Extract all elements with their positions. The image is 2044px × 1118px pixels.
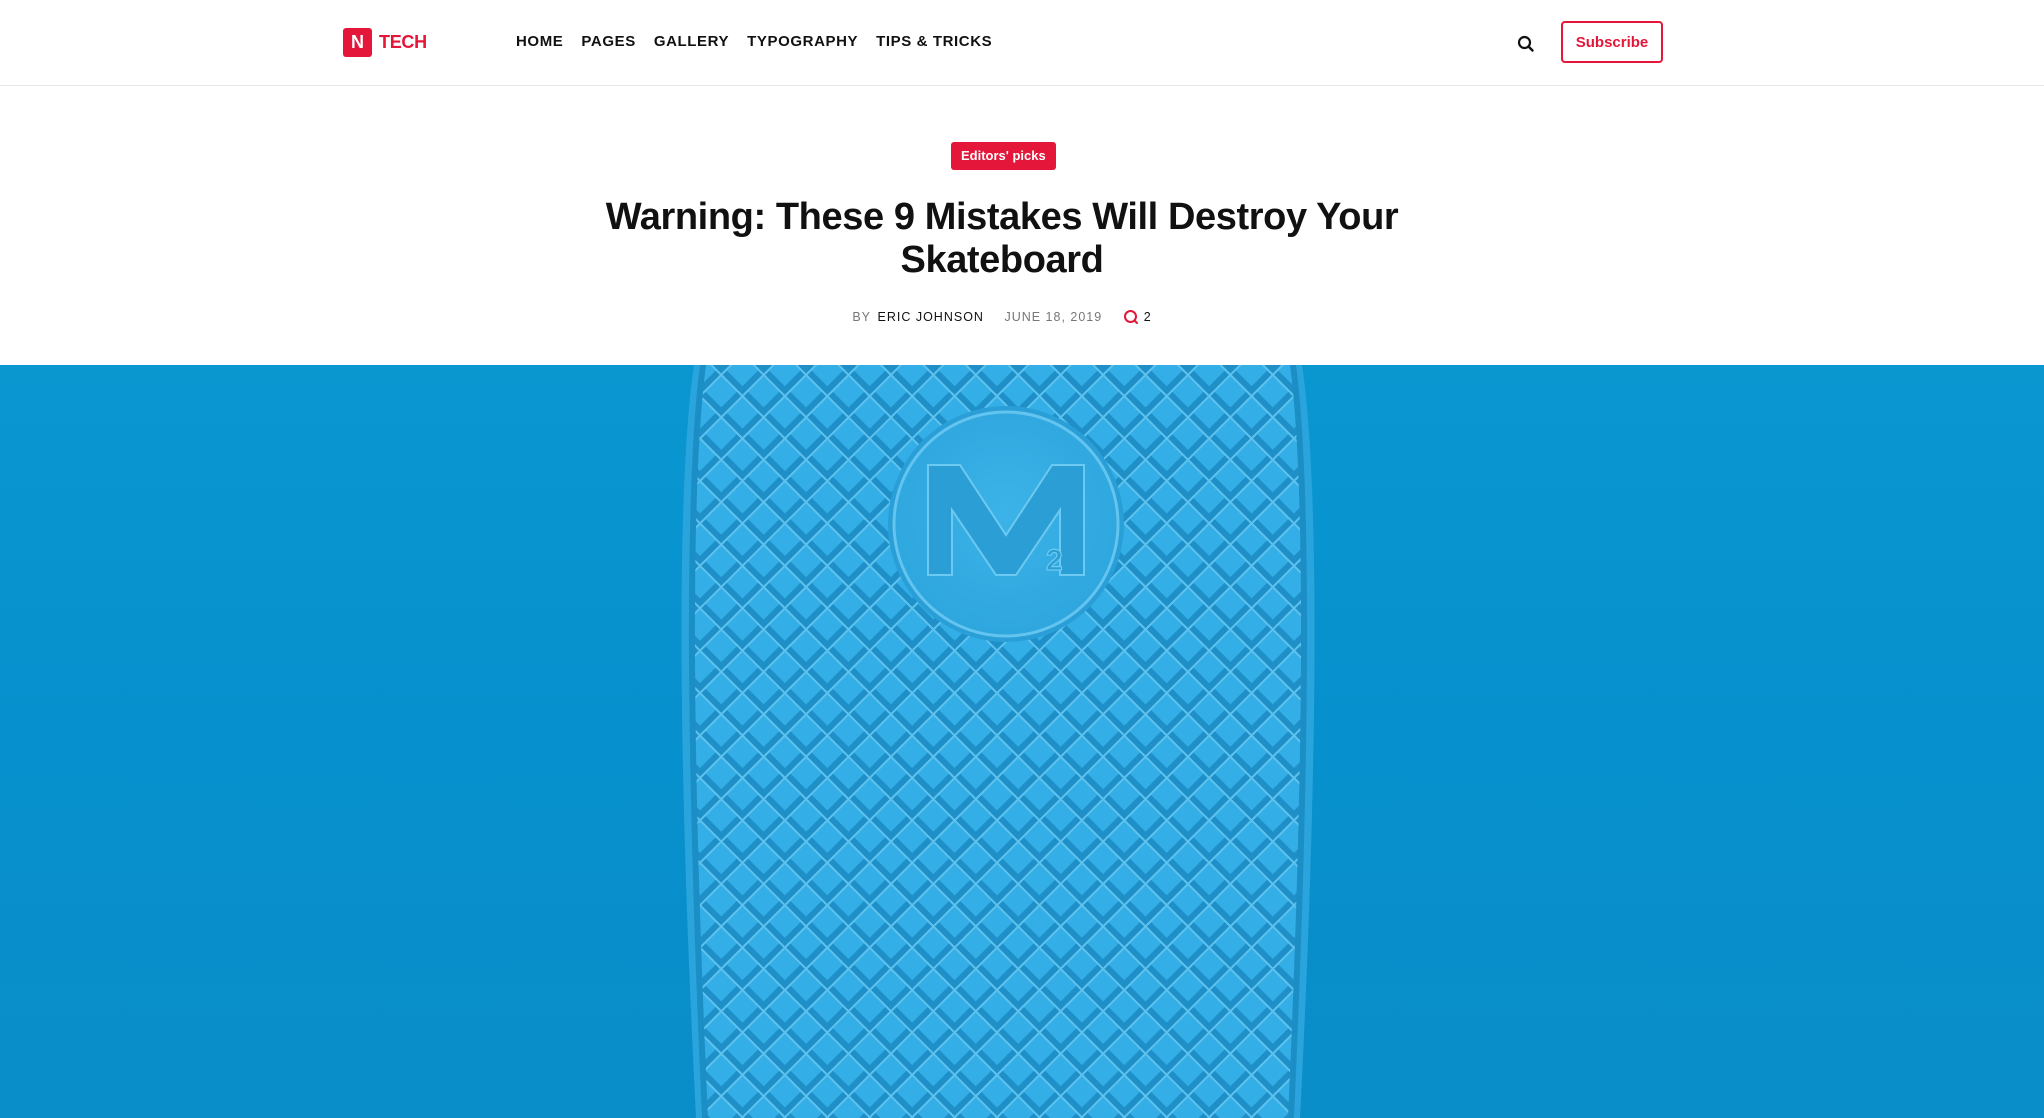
search-button[interactable] (1515, 33, 1537, 55)
nav-home[interactable]: HOME (516, 33, 563, 51)
article-title: Warning: These 9 Mistakes Will Destroy Y… (605, 196, 1399, 281)
search-icon (1517, 35, 1534, 52)
site-header: N TECH HOME PAGES GALLERY TYPOGRAPHY TIP… (0, 0, 2044, 86)
nav-tips-and-tricks[interactable]: TIPS & TRICKS (876, 33, 992, 51)
comments-link[interactable]: 2 (1123, 309, 1152, 325)
nav-typography[interactable]: TYPOGRAPHY (747, 33, 858, 51)
category-badge[interactable]: Editors' picks (951, 142, 1056, 170)
author-link[interactable]: ERIC JOHNSON (878, 310, 984, 324)
comment-icon (1123, 310, 1138, 324)
byline-label: BY (852, 310, 872, 324)
subscribe-button[interactable]: Subscribe (1561, 21, 1663, 63)
main-nav: HOME PAGES GALLERY TYPOGRAPHY TIPS & TRI… (516, 33, 1010, 51)
logo-mark: N (343, 28, 372, 57)
comment-count: 2 (1143, 310, 1152, 324)
nav-pages[interactable]: PAGES (581, 33, 635, 51)
logo-text: TECH (379, 32, 427, 52)
site-logo[interactable]: N TECH (343, 28, 427, 57)
article-meta: BY ERIC JOHNSON JUNE 18, 2019 2 (0, 309, 2004, 325)
skateboard-deck-image: 2 (681, 365, 1315, 1118)
featured-image: 2 (0, 365, 2044, 1118)
publish-date: JUNE 18, 2019 (1004, 310, 1103, 324)
nav-gallery[interactable]: GALLERY (654, 33, 729, 51)
svg-text:2: 2 (1046, 544, 1063, 577)
